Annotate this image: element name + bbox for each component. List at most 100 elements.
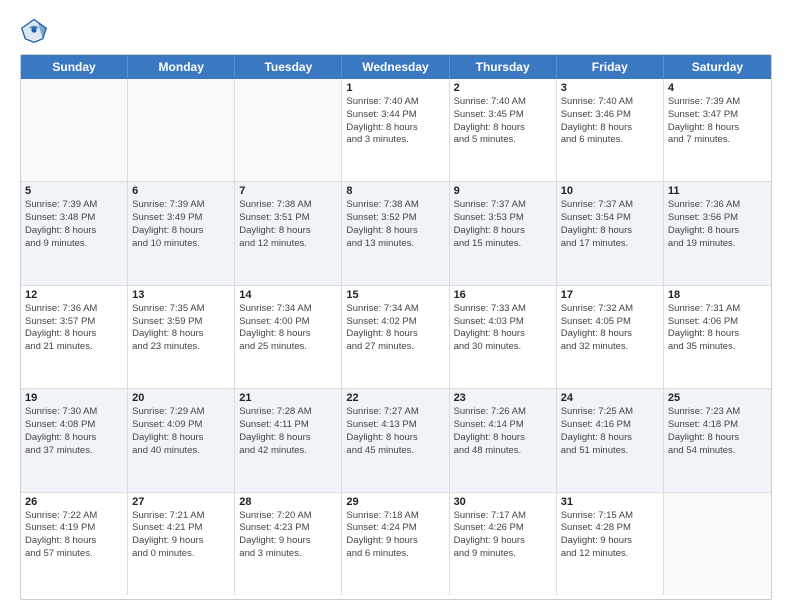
day-number: 6 (132, 185, 230, 197)
cell-line: and 5 minutes. (454, 134, 552, 147)
calendar-cell-2-1: 13Sunrise: 7:35 AMSunset: 3:59 PMDayligh… (128, 286, 235, 388)
cell-line: Daylight: 9 hours (239, 535, 337, 548)
calendar-cell-0-6: 4Sunrise: 7:39 AMSunset: 3:47 PMDaylight… (664, 79, 771, 181)
day-number: 16 (454, 289, 552, 301)
calendar-cell-1-4: 9Sunrise: 7:37 AMSunset: 3:53 PMDaylight… (450, 182, 557, 284)
cell-line: and 30 minutes. (454, 341, 552, 354)
cell-line: Sunrise: 7:35 AM (132, 303, 230, 316)
calendar: SundayMondayTuesdayWednesdayThursdayFrid… (20, 54, 772, 600)
cell-line: Daylight: 8 hours (239, 432, 337, 445)
calendar-header: SundayMondayTuesdayWednesdayThursdayFrid… (21, 55, 771, 79)
cell-line: Sunset: 3:49 PM (132, 212, 230, 225)
cell-line: and 6 minutes. (346, 548, 444, 561)
calendar-cell-1-1: 6Sunrise: 7:39 AMSunset: 3:49 PMDaylight… (128, 182, 235, 284)
weekday-header-thursday: Thursday (450, 55, 557, 79)
cell-line: Daylight: 8 hours (454, 122, 552, 135)
calendar-cell-1-3: 8Sunrise: 7:38 AMSunset: 3:52 PMDaylight… (342, 182, 449, 284)
page: SundayMondayTuesdayWednesdayThursdayFrid… (0, 0, 792, 612)
cell-line: Sunset: 4:00 PM (239, 316, 337, 329)
cell-line: Sunset: 4:14 PM (454, 419, 552, 432)
day-number: 11 (668, 185, 767, 197)
cell-line: Daylight: 8 hours (668, 328, 767, 341)
cell-line: Sunset: 3:54 PM (561, 212, 659, 225)
logo-icon (20, 16, 48, 44)
cell-line: Sunset: 3:47 PM (668, 109, 767, 122)
cell-line: Sunrise: 7:34 AM (239, 303, 337, 316)
cell-line: and 54 minutes. (668, 445, 767, 458)
cell-line: and 15 minutes. (454, 238, 552, 251)
cell-line: Sunrise: 7:22 AM (25, 510, 123, 523)
day-number: 19 (25, 392, 123, 404)
logo (20, 16, 52, 44)
cell-line: Daylight: 8 hours (346, 432, 444, 445)
calendar-body: 1Sunrise: 7:40 AMSunset: 3:44 PMDaylight… (21, 79, 771, 595)
calendar-cell-4-4: 30Sunrise: 7:17 AMSunset: 4:26 PMDayligh… (450, 493, 557, 595)
cell-line: and 9 minutes. (25, 238, 123, 251)
day-number: 4 (668, 82, 767, 94)
cell-line: and 40 minutes. (132, 445, 230, 458)
cell-line: Sunrise: 7:18 AM (346, 510, 444, 523)
day-number: 25 (668, 392, 767, 404)
cell-line: Sunset: 3:53 PM (454, 212, 552, 225)
calendar-cell-4-6 (664, 493, 771, 595)
cell-line: Daylight: 8 hours (454, 225, 552, 238)
cell-line: Daylight: 8 hours (346, 122, 444, 135)
cell-line: Sunrise: 7:40 AM (454, 96, 552, 109)
calendar-cell-0-0 (21, 79, 128, 181)
cell-line: Daylight: 8 hours (239, 225, 337, 238)
cell-line: and 17 minutes. (561, 238, 659, 251)
cell-line: and 12 minutes. (561, 548, 659, 561)
cell-line: Sunrise: 7:21 AM (132, 510, 230, 523)
day-number: 21 (239, 392, 337, 404)
cell-line: Sunset: 3:56 PM (668, 212, 767, 225)
calendar-row-1: 5Sunrise: 7:39 AMSunset: 3:48 PMDaylight… (21, 182, 771, 285)
day-number: 3 (561, 82, 659, 94)
cell-line: Sunset: 3:44 PM (346, 109, 444, 122)
cell-line: and 0 minutes. (132, 548, 230, 561)
cell-line: Sunset: 4:13 PM (346, 419, 444, 432)
cell-line: Sunrise: 7:17 AM (454, 510, 552, 523)
weekday-header-saturday: Saturday (664, 55, 771, 79)
day-number: 7 (239, 185, 337, 197)
day-number: 22 (346, 392, 444, 404)
calendar-cell-3-6: 25Sunrise: 7:23 AMSunset: 4:18 PMDayligh… (664, 389, 771, 491)
cell-line: and 27 minutes. (346, 341, 444, 354)
cell-line: and 9 minutes. (454, 548, 552, 561)
calendar-cell-4-5: 31Sunrise: 7:15 AMSunset: 4:28 PMDayligh… (557, 493, 664, 595)
cell-line: and 35 minutes. (668, 341, 767, 354)
cell-line: Sunrise: 7:25 AM (561, 406, 659, 419)
day-number: 24 (561, 392, 659, 404)
calendar-cell-4-0: 26Sunrise: 7:22 AMSunset: 4:19 PMDayligh… (21, 493, 128, 595)
day-number: 18 (668, 289, 767, 301)
cell-line: Daylight: 8 hours (668, 432, 767, 445)
cell-line: and 3 minutes. (239, 548, 337, 561)
weekday-header-friday: Friday (557, 55, 664, 79)
day-number: 14 (239, 289, 337, 301)
day-number: 10 (561, 185, 659, 197)
cell-line: Sunset: 3:59 PM (132, 316, 230, 329)
calendar-cell-1-0: 5Sunrise: 7:39 AMSunset: 3:48 PMDaylight… (21, 182, 128, 284)
cell-line: Sunrise: 7:36 AM (25, 303, 123, 316)
cell-line: Sunrise: 7:38 AM (239, 199, 337, 212)
cell-line: and 48 minutes. (454, 445, 552, 458)
weekday-header-wednesday: Wednesday (342, 55, 449, 79)
cell-line: Sunrise: 7:23 AM (668, 406, 767, 419)
cell-line: Sunrise: 7:40 AM (561, 96, 659, 109)
cell-line: Sunset: 3:52 PM (346, 212, 444, 225)
cell-line: and 23 minutes. (132, 341, 230, 354)
cell-line: Sunrise: 7:39 AM (668, 96, 767, 109)
day-number: 28 (239, 496, 337, 508)
cell-line: and 42 minutes. (239, 445, 337, 458)
cell-line: Sunrise: 7:28 AM (239, 406, 337, 419)
cell-line: Daylight: 8 hours (454, 432, 552, 445)
calendar-cell-3-1: 20Sunrise: 7:29 AMSunset: 4:09 PMDayligh… (128, 389, 235, 491)
calendar-cell-0-2 (235, 79, 342, 181)
cell-line: Sunset: 4:28 PM (561, 522, 659, 535)
calendar-cell-3-3: 22Sunrise: 7:27 AMSunset: 4:13 PMDayligh… (342, 389, 449, 491)
cell-line: and 45 minutes. (346, 445, 444, 458)
cell-line: Daylight: 8 hours (239, 328, 337, 341)
cell-line: Sunset: 4:02 PM (346, 316, 444, 329)
cell-line: Sunset: 4:24 PM (346, 522, 444, 535)
cell-line: Sunset: 3:45 PM (454, 109, 552, 122)
cell-line: Daylight: 8 hours (132, 225, 230, 238)
